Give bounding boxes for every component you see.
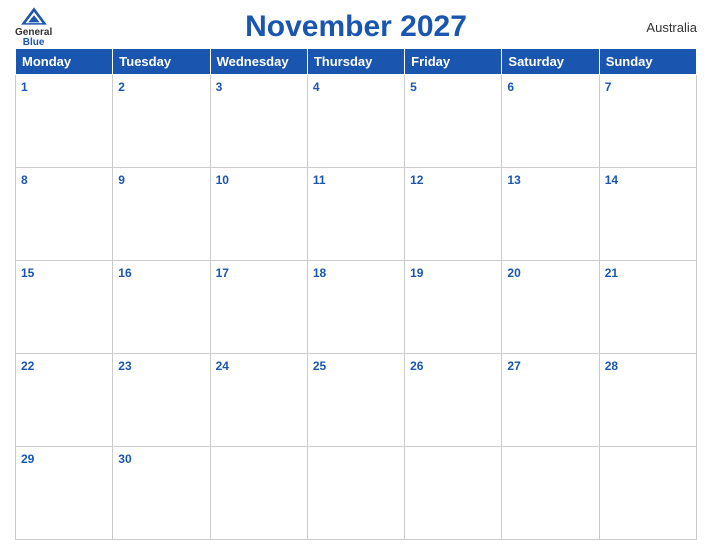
header-sunday: Sunday bbox=[599, 49, 696, 75]
day-number-25: 25 bbox=[313, 359, 326, 373]
day-number-20: 20 bbox=[507, 266, 520, 280]
calendar-cell-w3-d5: 19 bbox=[405, 261, 502, 354]
day-number-15: 15 bbox=[21, 266, 34, 280]
day-number-13: 13 bbox=[507, 173, 520, 187]
calendar-body: 1234567891011121314151617181920212223242… bbox=[16, 75, 697, 540]
day-number-30: 30 bbox=[118, 452, 131, 466]
calendar-cell-w4-d5: 26 bbox=[405, 354, 502, 447]
day-number-12: 12 bbox=[410, 173, 423, 187]
calendar-cell-w4-d6: 27 bbox=[502, 354, 599, 447]
calendar-cell-w1-d7: 7 bbox=[599, 75, 696, 168]
day-number-26: 26 bbox=[410, 359, 423, 373]
calendar-cell-w3-d7: 21 bbox=[599, 261, 696, 354]
day-number-28: 28 bbox=[605, 359, 618, 373]
calendar-cell-w4-d1: 22 bbox=[16, 354, 113, 447]
day-number-17: 17 bbox=[216, 266, 229, 280]
calendar-cell-w1-d1: 1 bbox=[16, 75, 113, 168]
calendar-cell-w5-d2: 30 bbox=[113, 447, 210, 540]
day-number-16: 16 bbox=[118, 266, 131, 280]
logo: General Blue bbox=[15, 6, 52, 48]
calendar-cell-w1-d3: 3 bbox=[210, 75, 307, 168]
calendar-cell-w5-d4 bbox=[307, 447, 404, 540]
calendar-cell-w2-d4: 11 bbox=[307, 168, 404, 261]
header-saturday: Saturday bbox=[502, 49, 599, 75]
day-number-24: 24 bbox=[216, 359, 229, 373]
calendar-cell-w5-d6 bbox=[502, 447, 599, 540]
calendar-cell-w5-d3 bbox=[210, 447, 307, 540]
day-number-3: 3 bbox=[216, 80, 223, 94]
day-number-9: 9 bbox=[118, 173, 125, 187]
day-number-14: 14 bbox=[605, 173, 618, 187]
weekday-header-row: Monday Tuesday Wednesday Thursday Friday… bbox=[16, 49, 697, 75]
country-label: Australia bbox=[646, 20, 697, 35]
calendar-cell-w3-d4: 18 bbox=[307, 261, 404, 354]
calendar-cell-w3-d3: 17 bbox=[210, 261, 307, 354]
day-number-1: 1 bbox=[21, 80, 28, 94]
calendar-cell-w4-d2: 23 bbox=[113, 354, 210, 447]
header-wednesday: Wednesday bbox=[210, 49, 307, 75]
day-number-23: 23 bbox=[118, 359, 131, 373]
calendar-cell-w1-d4: 4 bbox=[307, 75, 404, 168]
calendar-cell-w4-d7: 28 bbox=[599, 354, 696, 447]
calendar-cell-w3-d2: 16 bbox=[113, 261, 210, 354]
day-number-18: 18 bbox=[313, 266, 326, 280]
day-number-10: 10 bbox=[216, 173, 229, 187]
day-number-29: 29 bbox=[21, 452, 34, 466]
header-thursday: Thursday bbox=[307, 49, 404, 75]
calendar-cell-w5-d7 bbox=[599, 447, 696, 540]
page-title: November 2027 bbox=[245, 10, 467, 44]
calendar-header: General Blue November 2027 Australia bbox=[15, 10, 697, 44]
calendar-cell-w3-d6: 20 bbox=[502, 261, 599, 354]
calendar-week-1: 1 2 3 4 5 6 7 bbox=[16, 75, 697, 168]
calendar-cell-w2-d1: 8 bbox=[16, 168, 113, 261]
day-number-19: 19 bbox=[410, 266, 423, 280]
calendar-cell-w5-d5 bbox=[405, 447, 502, 540]
day-number-22: 22 bbox=[21, 359, 34, 373]
calendar-cell-w1-d6: 6 bbox=[502, 75, 599, 168]
calendar-cell-w4-d3: 24 bbox=[210, 354, 307, 447]
day-number-5: 5 bbox=[410, 80, 417, 94]
calendar-cell-w2-d7: 14 bbox=[599, 168, 696, 261]
day-number-2: 2 bbox=[118, 80, 125, 94]
day-number-21: 21 bbox=[605, 266, 618, 280]
calendar-cell-w2-d5: 12 bbox=[405, 168, 502, 261]
calendar-week-4: 22 23 24 25 26 27 28 bbox=[16, 354, 697, 447]
calendar-week-2: 8 9 10 11 12 13 14 bbox=[16, 168, 697, 261]
calendar-cell-w2-d6: 13 bbox=[502, 168, 599, 261]
calendar-week-3: 15 16 17 18 19 20 21 bbox=[16, 261, 697, 354]
day-number-11: 11 bbox=[313, 173, 326, 187]
day-number-7: 7 bbox=[605, 80, 612, 94]
logo-blue: Blue bbox=[23, 38, 45, 48]
calendar-cell-w1-d2: 2 bbox=[113, 75, 210, 168]
calendar-week-5: 29 30 bbox=[16, 447, 697, 540]
calendar-cell-w3-d1: 15 bbox=[16, 261, 113, 354]
calendar-cell-w2-d3: 10 bbox=[210, 168, 307, 261]
calendar-cell-w5-d1: 29 bbox=[16, 447, 113, 540]
general-blue-icon bbox=[19, 6, 49, 26]
day-number-8: 8 bbox=[21, 173, 28, 187]
calendar-cell-w4-d4: 25 bbox=[307, 354, 404, 447]
day-number-6: 6 bbox=[507, 80, 514, 94]
header-monday: Monday bbox=[16, 49, 113, 75]
calendar-cell-w1-d5: 5 bbox=[405, 75, 502, 168]
header-friday: Friday bbox=[405, 49, 502, 75]
day-number-4: 4 bbox=[313, 80, 320, 94]
calendar-table: Monday Tuesday Wednesday Thursday Friday… bbox=[15, 48, 697, 540]
header-tuesday: Tuesday bbox=[113, 49, 210, 75]
day-number-27: 27 bbox=[507, 359, 520, 373]
calendar-cell-w2-d2: 9 bbox=[113, 168, 210, 261]
